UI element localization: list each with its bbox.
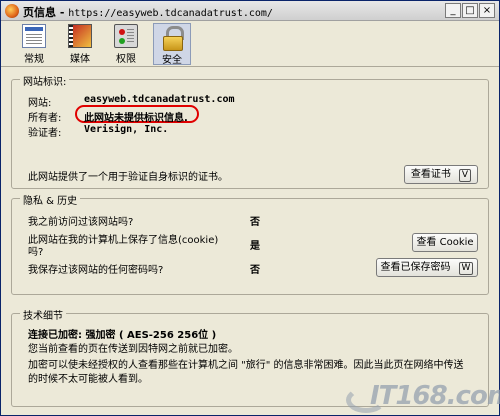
encryption-line3: 加密可以使未经授权的人查看那些在计算机之间 "旅行" 的信息非常困难。因此当此页…: [28, 360, 464, 371]
website-value: easyweb.tdcanadatrust.com: [84, 94, 235, 105]
cookie-question-line2: 吗?: [28, 247, 44, 258]
view-cookie-button[interactable]: 查看 Cookie: [412, 233, 478, 252]
password-question: 我保存过该网站的任何密码吗?: [28, 265, 164, 276]
owner-value: 此网站未提供标识信息.: [84, 113, 188, 124]
tab-general-label: 常规: [24, 54, 44, 65]
encryption-status: 连接已加密: 强加密 ( AES-256 256位 ): [28, 330, 217, 341]
window-title-text: 页信息: [23, 6, 56, 19]
tab-media[interactable]: 媒体: [61, 23, 99, 65]
it168-watermark: IT168.com: [346, 381, 500, 413]
visited-question: 我之前访问过该网站吗?: [28, 217, 134, 228]
view-saved-passwords-label: 查看已保存密码: [380, 262, 451, 273]
minimize-button[interactable]: _: [445, 3, 461, 18]
site-identity-group: 网站标识: 网站: easyweb.tdcanadatrust.com 所有者:…: [11, 73, 489, 189]
watermark-text: IT168.com: [370, 381, 500, 411]
tab-permissions-label: 权限: [116, 54, 136, 65]
maximize-button[interactable]: □: [462, 3, 478, 18]
visited-answer: 否: [250, 217, 260, 228]
title-bar[interactable]: 页信息 - https://easyweb.tdcanadatrust.com/…: [1, 1, 499, 21]
tab-security-label: 安全: [162, 55, 182, 66]
verifier-label: 验证者:: [28, 128, 62, 139]
document-icon: [22, 24, 46, 48]
encryption-line2: 您当前查看的页在传送到因特网之前就已加密。: [28, 344, 238, 355]
tab-permissions[interactable]: 权限: [107, 23, 145, 65]
tab-toolbar: 常规 媒体 权限 安全: [1, 21, 499, 67]
site-identity-title: 网站标识:: [20, 73, 70, 88]
close-button[interactable]: ×: [479, 3, 495, 18]
tab-security[interactable]: 安全: [153, 23, 191, 66]
media-icon: [68, 24, 92, 48]
firefox-icon: [5, 4, 19, 18]
view-certificate-accel: V: [458, 169, 472, 182]
cookie-question-line1: 此网站在我的计算机上保存了信息(cookie): [28, 235, 219, 246]
view-saved-passwords-accel: W: [458, 262, 474, 275]
tab-media-label: 媒体: [70, 54, 90, 65]
cookie-answer: 是: [250, 241, 260, 252]
encryption-line4: 的时候不太可能被人看到。: [28, 374, 148, 385]
window-title: 页信息 - https://easyweb.tdcanadatrust.com/: [23, 6, 273, 19]
password-answer: 否: [250, 265, 260, 276]
view-certificate-label: 查看证书: [410, 169, 451, 180]
view-saved-passwords-button[interactable]: 查看已保存密码 W: [376, 258, 478, 277]
tab-general[interactable]: 常规: [15, 23, 53, 65]
window-title-url: https://easyweb.tdcanadatrust.com/: [68, 8, 273, 19]
lock-icon: [160, 25, 184, 51]
certificate-note: 此网站提供了一个用于验证自身标识的证书。: [28, 172, 228, 183]
view-certificate-button[interactable]: 查看证书 V: [404, 165, 478, 184]
permissions-icon: [114, 24, 138, 48]
page-info-window: 页信息 - https://easyweb.tdcanadatrust.com/…: [0, 0, 500, 416]
privacy-history-group: 隐私 & 历史 我之前访问过该网站吗? 否 此网站在我的计算机上保存了信息(co…: [11, 192, 489, 295]
owner-label: 所有者:: [28, 113, 62, 124]
technical-details-title: 技术细节: [20, 307, 66, 322]
verifier-value: Verisign, Inc.: [84, 124, 169, 135]
privacy-history-title: 隐私 & 历史: [20, 192, 81, 207]
website-label: 网站:: [28, 98, 52, 109]
